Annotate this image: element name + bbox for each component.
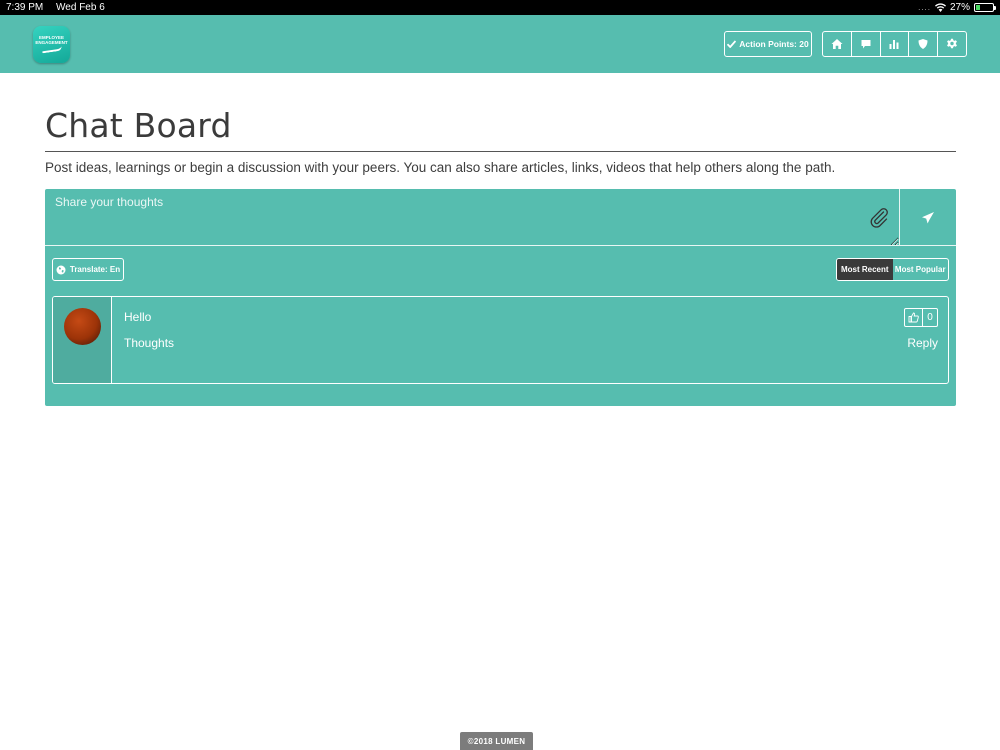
post-avatar-column [53,297,112,383]
status-date: Wed Feb 6 [56,2,105,13]
swoosh-icon [41,45,62,54]
shield-icon [918,39,928,49]
page-title: Chat Board [45,106,232,145]
main-nav [822,31,967,57]
nav-home-button[interactable] [823,32,852,56]
paper-plane-icon [922,211,934,223]
like-control: 0 [904,308,938,327]
wifi-icon [934,3,946,12]
sort-most-recent-button[interactable]: Most Recent [837,259,893,280]
app-logo[interactable]: EMPLOYEE ENGAGEMENT [33,26,70,63]
signal-icon: .... [918,3,931,12]
sort-most-popular-button[interactable]: Most Popular [893,259,949,280]
avatar[interactable] [64,308,101,345]
like-count: 0 [927,312,933,323]
chat-board-panel: Translate: En Most Recent Most Popular H… [45,189,956,406]
app-header: EMPLOYEE ENGAGEMENT Action Points: 20 [0,15,1000,73]
send-button[interactable] [899,189,956,246]
nav-chat-button[interactable] [852,32,881,56]
checkmark-icon [727,40,737,48]
share-thoughts-input[interactable] [45,189,899,246]
action-points-button[interactable]: Action Points: 20 [724,31,812,57]
bar-chart-icon [889,40,899,49]
page-description: Post ideas, learnings or begin a discuss… [45,160,836,175]
title-divider [45,151,956,152]
chat-icon [861,40,871,49]
logo-text-line2: ENGAGEMENT [35,40,68,45]
translate-label: Translate: En [69,265,121,274]
battery-icon [974,3,996,12]
nav-badges-button[interactable] [909,32,939,56]
globe-icon [56,265,66,274]
thumbs-up-icon [908,312,919,323]
status-bar: 7:39 PM Wed Feb 6 .... 27% [0,0,1000,15]
sort-toggle: Most Recent Most Popular [836,258,949,281]
chat-post: Hello Thoughts 0 Reply [52,296,949,384]
translate-button[interactable]: Translate: En [52,258,124,281]
gear-icon [947,38,958,49]
reply-link[interactable]: Reply [907,336,938,350]
status-time: 7:39 PM [6,2,44,13]
like-button[interactable] [905,309,923,326]
post-composer [45,189,956,246]
copyright-badge: ©2018 LUMEN [460,732,533,750]
action-points-label: Action Points: 20 [739,39,809,49]
nav-stats-button[interactable] [881,32,910,56]
battery-percent: 27% [949,2,970,13]
nav-settings-button[interactable] [938,32,966,56]
paperclip-icon[interactable] [868,206,890,228]
post-body: Thoughts [124,336,175,350]
home-icon [831,39,843,49]
post-title: Hello [124,310,152,324]
